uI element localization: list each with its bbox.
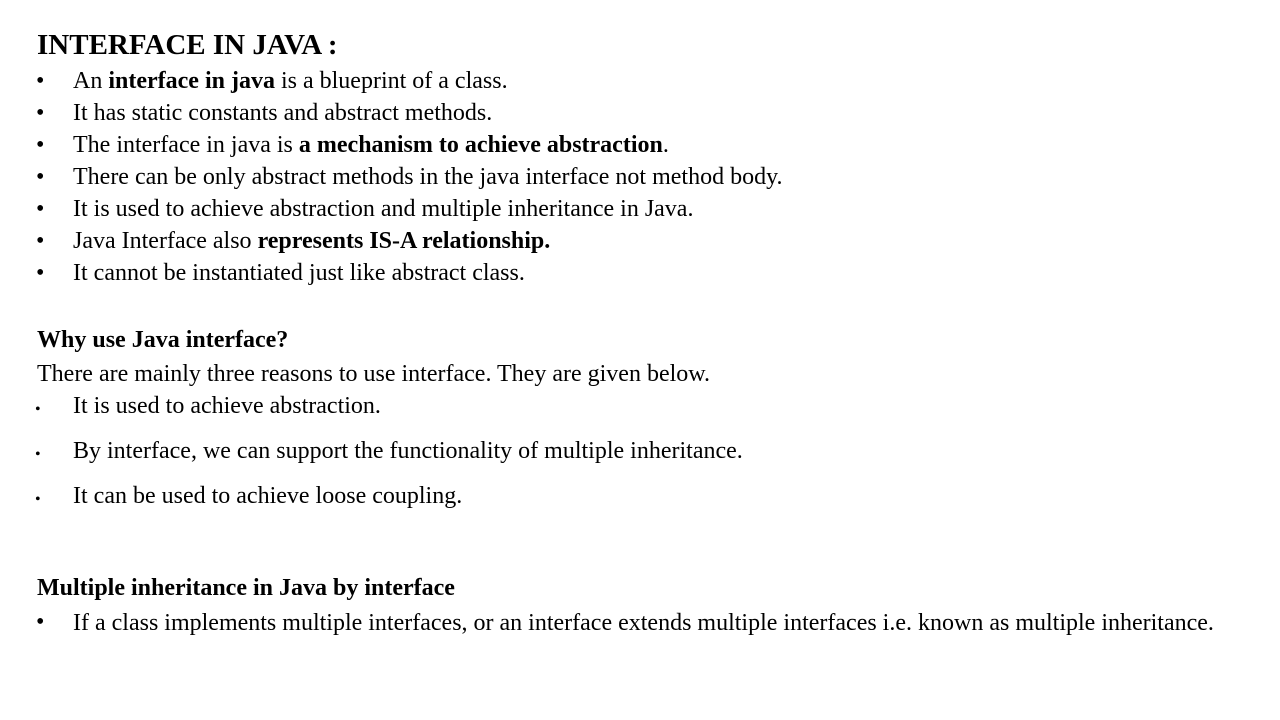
list-item-text: It can be used to achieve loose coupling… bbox=[73, 483, 463, 509]
list-item-text: It is used to achieve abstraction. bbox=[73, 393, 381, 419]
list-item-text: An interface in java is a blueprint of a… bbox=[73, 68, 508, 94]
bullet-icon: • bbox=[36, 68, 45, 94]
list-item-text: It has static constants and abstract met… bbox=[73, 100, 493, 126]
section-heading-why-use: Why use Java interface? bbox=[37, 327, 289, 353]
bullet-icon: • bbox=[36, 228, 45, 254]
bullet-icon: • bbox=[35, 491, 41, 508]
bullet-icon: • bbox=[36, 100, 45, 126]
bullet-icon: • bbox=[36, 132, 45, 158]
section-intro: There are mainly three reasons to use in… bbox=[37, 361, 711, 387]
list-item-text: The interface in java is a mechanism to … bbox=[73, 132, 669, 158]
list-item-text: There can be only abstract methods in th… bbox=[73, 164, 783, 190]
bullet-icon: • bbox=[36, 196, 45, 222]
list-item-text: If a class implements multiple interface… bbox=[73, 610, 1214, 636]
bullet-icon: • bbox=[36, 164, 45, 190]
slide: INTERFACE IN JAVA : • An interface in ja… bbox=[0, 0, 1280, 720]
page-title: INTERFACE IN JAVA : bbox=[37, 29, 338, 61]
list-item-text: By interface, we can support the functio… bbox=[73, 438, 743, 464]
section-heading-multiple-inheritance: Multiple inheritance in Java by interfac… bbox=[37, 575, 455, 601]
list-item-text: It is used to achieve abstraction and mu… bbox=[73, 196, 694, 222]
bullet-icon: • bbox=[35, 446, 41, 463]
bullet-icon: • bbox=[36, 609, 45, 635]
bullet-icon: • bbox=[36, 260, 45, 286]
list-item-text: Java Interface also represents IS-A rela… bbox=[73, 228, 551, 254]
list-item-text: It cannot be instantiated just like abst… bbox=[73, 260, 525, 286]
bullet-icon: • bbox=[35, 401, 41, 418]
